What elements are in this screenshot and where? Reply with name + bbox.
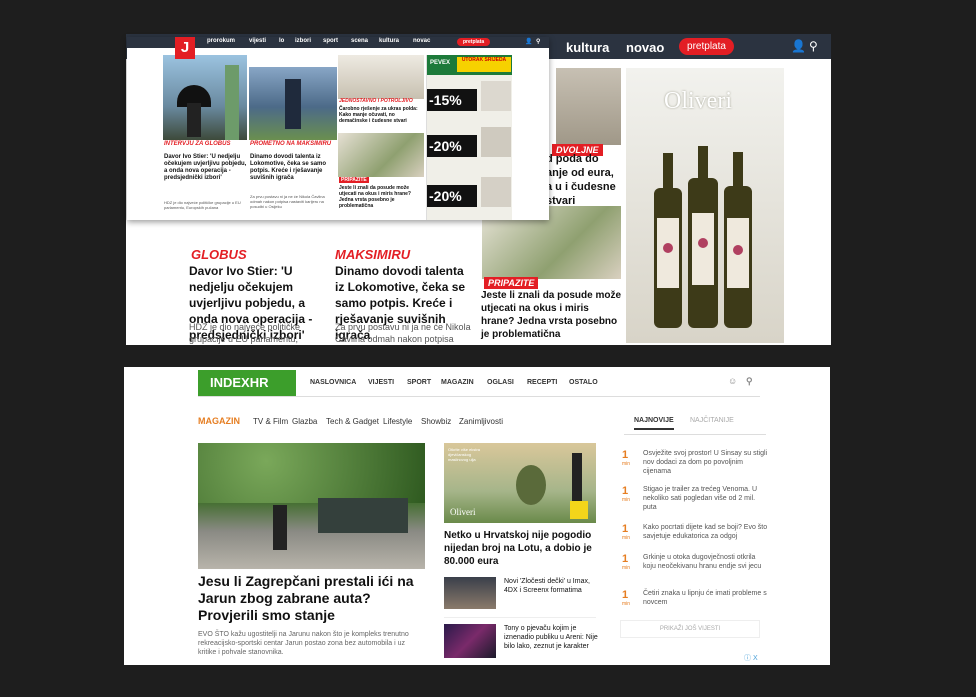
overlay-tag-1: INTERVJU ZA GLOBUS	[164, 141, 231, 147]
discount-3: -20%	[427, 185, 477, 207]
story-right-title[interactable]: Jeste li znali da posude može utjecati n…	[481, 289, 623, 341]
overlay-desc-2: Za prvu postavu ni ja ne će Nikola Čavli…	[250, 194, 325, 209]
overlay-image-cook[interactable]	[338, 133, 424, 177]
subscribe-button[interactable]: pretplata	[679, 38, 734, 55]
cat-lifestyle[interactable]: Lifestyle	[383, 417, 412, 426]
main-article-desc: EVO ŠTO kažu ugostitelji na Jarunu nakon…	[198, 631, 409, 656]
ov-nav-6[interactable]: kultura	[379, 38, 399, 44]
list-item-4[interactable]: Grkinje u otoka dugovječnosti otkrila ko…	[643, 553, 768, 571]
cat-tech[interactable]: Tech & Gadget	[326, 417, 379, 426]
discount-2: -20%	[427, 135, 477, 157]
main-article-image[interactable]	[198, 443, 425, 569]
tab-najcitanije[interactable]: NAJČITANIJE	[690, 417, 734, 424]
overlay-desc-1: HDZ je dio najveće političke grupacije u…	[164, 200, 241, 210]
jutarnji-logo[interactable]: J	[175, 37, 195, 59]
ov-nav-7[interactable]: novac	[413, 38, 430, 44]
main-article-title[interactable]: Jesu li Zagrepčani prestali ići na Jarun…	[198, 573, 420, 624]
promo-badge: UTORAK SRIJEDA	[457, 57, 511, 72]
story-left-desc: HDZ je dio najveće političke grupacije u…	[189, 322, 301, 344]
search-icon[interactable]: ⚲	[746, 376, 753, 387]
overlay-image-stier[interactable]	[163, 55, 247, 140]
list-item-2[interactable]: Stigao je trailer za trećeg Venoma. U ne…	[643, 485, 768, 512]
overlay-tag-4: PRIPAZITE	[339, 177, 369, 183]
small-article-1[interactable]: Novi 'Zločesti dečki' u Imax, 4DX i Scre…	[504, 577, 604, 595]
ov-subscribe-button[interactable]: pretplata	[457, 38, 491, 46]
nav-magazin[interactable]: MAGAZIN	[441, 379, 474, 386]
ov-nav-2[interactable]: lo	[279, 38, 284, 44]
nav-novac[interactable]: novao	[626, 40, 664, 55]
discount-1: -15%	[427, 89, 477, 111]
index-logo-text: INDEXHR	[210, 375, 269, 390]
search-icon[interactable]: ⚲	[809, 39, 818, 53]
list-rank-4: 1 min	[622, 553, 631, 571]
overlay-title-2[interactable]: Dinamo dovodi talenta iz Lokomotive, ček…	[250, 154, 336, 182]
list-item-3[interactable]: Kako pocrtati dijete kad se boji? Evo št…	[643, 523, 768, 541]
small-image-2[interactable]	[444, 624, 496, 658]
ov-nav-0[interactable]: prorokum	[207, 38, 235, 44]
list-rank-5: 1 min	[622, 589, 631, 607]
small-article-2[interactable]: Tony o pjevaču kojim je iznenadio publik…	[504, 624, 604, 651]
promo-brand: PEVEX	[430, 60, 451, 66]
jutarnji-overlay: prorokum vijesti lo izbori sport scena k…	[127, 37, 549, 220]
ov-user-icon[interactable]: 👤	[525, 38, 532, 45]
ad-choices-icon[interactable]: ⓘ X	[744, 653, 758, 663]
list-item-5[interactable]: Četiri znaka u lipnju će imati probleme …	[643, 589, 768, 607]
nav-ostalo[interactable]: OSTALO	[569, 379, 598, 386]
small-image-1[interactable]	[444, 577, 496, 609]
ov-nav-3[interactable]: izbori	[295, 38, 311, 44]
cat-zanimljivosti[interactable]: Zanimljivosti	[459, 417, 503, 426]
oliveri-mid-ad[interactable]: Otkrite više ekstra djevičanskog maslino…	[444, 443, 596, 523]
index-navbar: INDEXHR NASLOVNICA VIJESTI SPORT MAGAZIN…	[198, 370, 760, 397]
story-top-fragment[interactable]: d poda do anje od eura, a u i čudesne st…	[546, 152, 621, 208]
nav-oglasi[interactable]: OGLASI	[487, 379, 514, 386]
list-rank-2: 1 min	[622, 485, 631, 503]
more-news-button[interactable]: PRIKAŽI JOŠ VIJESTI	[620, 620, 760, 638]
nav-naslovnica[interactable]: NASLOVNICA	[310, 379, 356, 386]
nav-kultura[interactable]: kultura	[566, 40, 609, 55]
user-icon[interactable]: 👤	[791, 39, 806, 53]
cat-showbiz[interactable]: Showbiz	[421, 417, 451, 426]
story-top-image[interactable]	[556, 68, 621, 145]
index-logo[interactable]: INDEXHR	[198, 370, 296, 396]
cat-tv-film[interactable]: TV & Film	[253, 417, 288, 426]
mid-ad-brand: Oliveri	[450, 507, 476, 517]
overlay-tag-2: PROMETNO NA MAKSIMIRU	[250, 141, 332, 147]
overlay-tag-3: JEDNOSTAVNO I POTROLJIVO	[339, 98, 413, 104]
story-left-label: GLOBUS	[191, 247, 247, 262]
oliveri-ad[interactable]: Oliveri	[626, 68, 784, 343]
index-screenshot: INDEXHR NASLOVNICA VIJESTI SPORT MAGAZIN…	[124, 367, 830, 665]
pevex-promo[interactable]: PEVEX UTORAK SRIJEDA -15% -20% -20%	[426, 55, 512, 220]
overlay-title-3[interactable]: Čarobno rješenje za ukras polda: Kako ma…	[339, 106, 424, 124]
mid-article-title[interactable]: Netko u Hrvatskoj nije pogodio nijedan b…	[444, 529, 596, 568]
nav-vijesti[interactable]: VIJESTI	[368, 379, 394, 386]
tab-najnovije[interactable]: NAJNOVIJE	[634, 417, 674, 430]
ov-nav-5[interactable]: scena	[351, 38, 368, 44]
ov-search-icon[interactable]: ⚲	[536, 38, 540, 45]
story-mid-label: MAKSIMIRU	[335, 247, 411, 262]
story-mid-desc: Za prvu postavu ni ja ne će Nikola Čavli…	[335, 322, 471, 344]
section-magazin[interactable]: MAGAZIN	[198, 416, 240, 426]
user-icon[interactable]: ☺	[728, 376, 737, 386]
olive-oil-bottles	[654, 146, 752, 328]
overlay-title-1[interactable]: Davor Ivo Stier: 'U nedjelju očekujem uv…	[164, 154, 248, 182]
mid-ad-text: Otkrite više ekstra djevičanskog maslino…	[448, 447, 481, 462]
nav-recepti[interactable]: RECEPTI	[527, 379, 557, 386]
list-item-1[interactable]: Osvježite svoj prostor! U Sinsay su stig…	[643, 449, 768, 476]
ov-nav-4[interactable]: sport	[323, 38, 338, 44]
nav-sport[interactable]: SPORT	[407, 379, 431, 386]
overlay-title-4[interactable]: Jeste li znali da posude može utjecati n…	[339, 185, 424, 209]
overlay-image-floor[interactable]	[338, 55, 424, 99]
overlay-image-dinamo[interactable]	[249, 67, 337, 140]
ov-nav-1[interactable]: vijesti	[249, 38, 266, 44]
list-rank-3: 1 min	[622, 523, 631, 541]
cat-glazba[interactable]: Glazba	[292, 417, 317, 426]
list-rank-1: 1 min	[622, 449, 631, 467]
